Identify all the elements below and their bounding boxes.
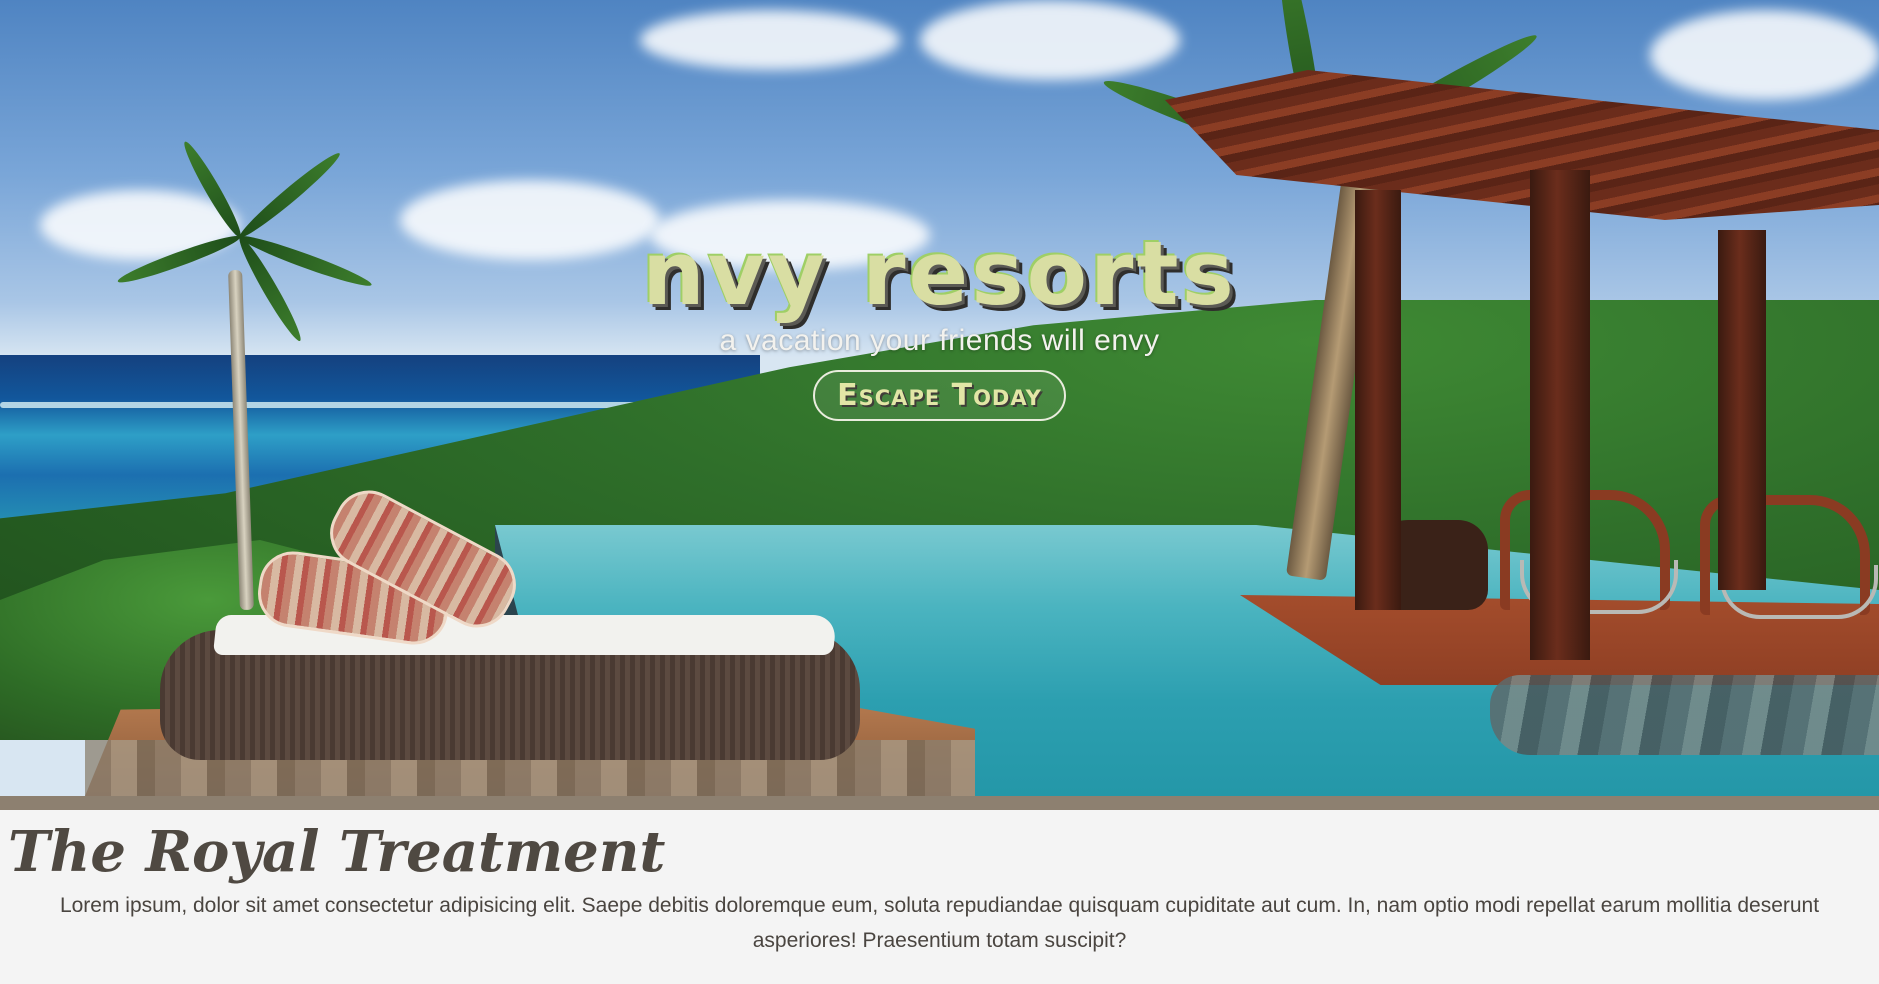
section-title: The Royal Treatment (8, 819, 666, 885)
hero-tagline: a vacation your friends will envy (719, 324, 1160, 357)
escape-today-button[interactable]: Escape Today (813, 370, 1066, 421)
hero-text: nvy resorts a vacation your friends will… (0, 230, 1879, 421)
section-body-text: Lorem ipsum, dolor sit amet consectetur … (59, 894, 1820, 953)
hero-banner: nvy resorts a vacation your friends will… (0, 0, 1879, 796)
brand-title: nvy resorts (642, 222, 1237, 325)
content-section: The Royal Treatment Lorem ipsum, dolor s… (0, 810, 1879, 958)
section-divider (0, 796, 1879, 810)
